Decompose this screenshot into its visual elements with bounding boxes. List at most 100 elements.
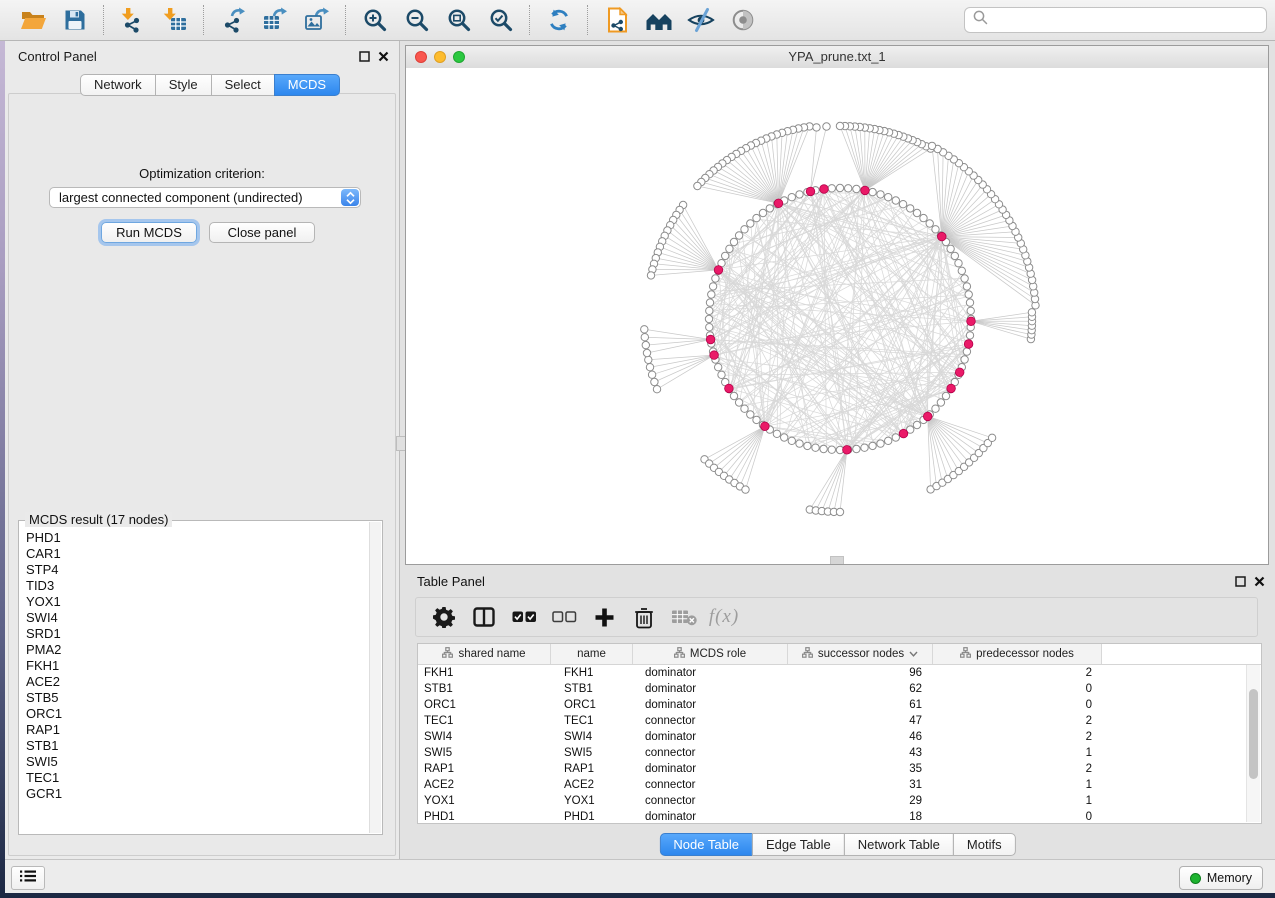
- save-session-icon[interactable]: [54, 3, 96, 37]
- mcds-result-item[interactable]: ORC1: [26, 706, 369, 722]
- import-network-icon[interactable]: [112, 3, 154, 37]
- criterion-value: largest connected component (undirected): [59, 190, 341, 205]
- network-window-title: YPA_prune.txt_1: [406, 49, 1268, 64]
- tab-style[interactable]: Style: [155, 74, 212, 96]
- criterion-select[interactable]: largest connected component (undirected): [49, 187, 361, 208]
- import-table-icon[interactable]: [154, 3, 196, 37]
- network-analyzer-icon[interactable]: [638, 3, 680, 37]
- table-row[interactable]: TEC1TEC1connector472: [418, 713, 1261, 729]
- search-icon: [973, 10, 988, 30]
- add-column-icon[interactable]: [584, 600, 624, 634]
- run-mcds-button[interactable]: Run MCDS: [101, 222, 197, 243]
- mcds-result-item[interactable]: CAR1: [26, 546, 369, 562]
- float-table-panel-icon[interactable]: [1235, 574, 1246, 592]
- cell-MCDS-role: connector: [633, 745, 788, 761]
- result-list-scrollbar[interactable]: [369, 522, 381, 833]
- column-header-filler: [1102, 644, 1261, 664]
- column-header-name[interactable]: name: [551, 644, 633, 664]
- mcds-result-item[interactable]: PMA2: [26, 642, 369, 658]
- show-panel-icon[interactable]: [722, 3, 764, 37]
- cell-shared-name: PHD1: [418, 809, 551, 824]
- close-panel-icon[interactable]: [378, 49, 389, 67]
- mcds-result-item[interactable]: SRD1: [26, 626, 369, 642]
- tab-edge-table[interactable]: Edge Table: [752, 833, 845, 856]
- memory-button[interactable]: Memory: [1179, 866, 1263, 890]
- status-bar: Memory: [5, 859, 1275, 893]
- mcds-result-item[interactable]: GCR1: [26, 786, 369, 802]
- mcds-result-list[interactable]: PHD1CAR1STP4TID3YOX1SWI4SRD1PMA2FKH1ACE2…: [19, 524, 369, 833]
- canvas-splitter-handle[interactable]: [830, 556, 844, 564]
- tab-network[interactable]: Network: [80, 74, 156, 96]
- table-row[interactable]: SWI5SWI5connector431: [418, 745, 1261, 761]
- table-row[interactable]: ACE2ACE2connector311: [418, 777, 1261, 793]
- open-file-icon[interactable]: [12, 3, 54, 37]
- table-row[interactable]: PHD1PHD1dominator180: [418, 809, 1261, 824]
- mcds-result-item[interactable]: TID3: [26, 578, 369, 594]
- tab-select[interactable]: Select: [211, 74, 275, 96]
- cell-predecessor-nodes: 0: [933, 681, 1102, 697]
- cell-predecessor-nodes: 0: [933, 697, 1102, 713]
- mcds-result-item[interactable]: RAP1: [26, 722, 369, 738]
- table-row[interactable]: SWI4SWI4dominator462: [418, 729, 1261, 745]
- cell-MCDS-role: dominator: [633, 697, 788, 713]
- delete-table-icon: [664, 600, 704, 634]
- zoom-fit-icon[interactable]: [438, 3, 480, 37]
- mcds-result-item[interactable]: ACE2: [26, 674, 369, 690]
- mcds-result-item[interactable]: SWI5: [26, 754, 369, 770]
- tab-mcds[interactable]: MCDS: [274, 74, 340, 96]
- main-toolbar: [0, 0, 1275, 41]
- mcds-result-item[interactable]: YOX1: [26, 594, 369, 610]
- show-columns-icon[interactable]: [464, 600, 504, 634]
- mcds-result-item[interactable]: FKH1: [26, 658, 369, 674]
- export-image-icon[interactable]: [296, 3, 338, 37]
- mcds-result-item[interactable]: TEC1: [26, 770, 369, 786]
- zoom-selected-icon[interactable]: [480, 3, 522, 37]
- table-scrollbar-thumb[interactable]: [1249, 689, 1258, 779]
- select-all-icon[interactable]: [504, 600, 544, 634]
- cell-MCDS-role: connector: [633, 777, 788, 793]
- zoom-in-icon[interactable]: [354, 3, 396, 37]
- cell-MCDS-role: dominator: [633, 665, 788, 681]
- refresh-layout-icon[interactable]: [538, 3, 580, 37]
- table-row[interactable]: RAP1RAP1dominator352: [418, 761, 1261, 777]
- tab-motifs[interactable]: Motifs: [953, 833, 1016, 856]
- table-row[interactable]: STB1STB1dominator620: [418, 681, 1261, 697]
- cell-name: TEC1: [551, 713, 633, 729]
- column-header-shared-name[interactable]: shared name: [418, 644, 551, 664]
- column-header-successor-nodes[interactable]: successor nodes: [788, 644, 933, 664]
- delete-column-icon[interactable]: [624, 600, 664, 634]
- table-row[interactable]: YOX1YOX1connector291: [418, 793, 1261, 809]
- column-header-predecessor-nodes[interactable]: predecessor nodes: [933, 644, 1102, 664]
- mcds-result-item[interactable]: PHD1: [26, 530, 369, 546]
- cell-predecessor-nodes: 2: [933, 729, 1102, 745]
- network-window-titlebar[interactable]: YPA_prune.txt_1: [406, 46, 1268, 69]
- mcds-result-item[interactable]: STB5: [26, 690, 369, 706]
- close-table-panel-icon[interactable]: [1254, 574, 1265, 592]
- table-scrollbar[interactable]: [1246, 665, 1260, 822]
- task-history-button[interactable]: [11, 866, 45, 890]
- zoom-out-icon[interactable]: [396, 3, 438, 37]
- network-canvas[interactable]: [406, 68, 1268, 564]
- search-box[interactable]: [964, 7, 1267, 33]
- column-header-MCDS-role[interactable]: MCDS role: [633, 644, 788, 664]
- cell-successor-nodes: 31: [788, 777, 933, 793]
- hide-panel-icon[interactable]: [680, 3, 722, 37]
- mcds-result-item[interactable]: SWI4: [26, 610, 369, 626]
- open-network-file-icon[interactable]: [596, 3, 638, 37]
- settings-icon[interactable]: [424, 600, 464, 634]
- toolbar-icon-groups: [12, 3, 764, 37]
- tab-node-table[interactable]: Node Table: [659, 833, 753, 856]
- export-table-icon[interactable]: [254, 3, 296, 37]
- close-panel-button[interactable]: Close panel: [209, 222, 315, 243]
- mcds-result-item[interactable]: STP4: [26, 562, 369, 578]
- table-row[interactable]: ORC1ORC1dominator610: [418, 697, 1261, 713]
- deselect-all-icon[interactable]: [544, 600, 584, 634]
- table-row[interactable]: FKH1FKH1dominator962: [418, 665, 1261, 681]
- search-input[interactable]: [994, 12, 1266, 29]
- mcds-result-box: MCDS result (17 nodes) PHD1CAR1STP4TID3Y…: [18, 520, 383, 835]
- float-panel-icon[interactable]: [359, 49, 370, 67]
- mcds-result-item[interactable]: STB1: [26, 738, 369, 754]
- tab-network-table[interactable]: Network Table: [844, 833, 954, 856]
- cell-successor-nodes: 47: [788, 713, 933, 729]
- export-network-icon[interactable]: [212, 3, 254, 37]
